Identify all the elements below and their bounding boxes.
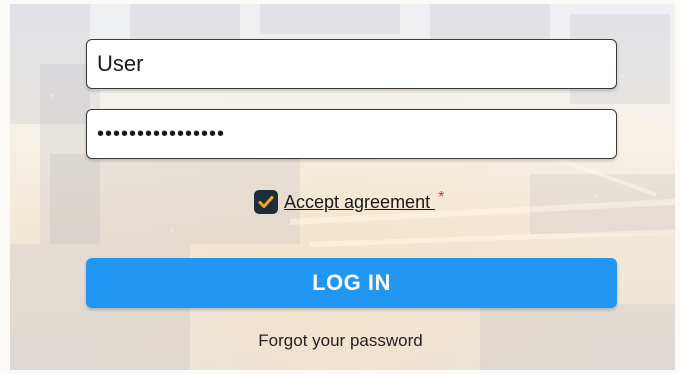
login-button[interactable]: LOG IN	[86, 258, 617, 308]
password-input[interactable]	[86, 109, 617, 159]
login-screen: Accept agreement * LOG IN Forgot your pa…	[0, 0, 681, 374]
forgot-password-link[interactable]: Forgot your password	[0, 331, 681, 351]
checkbox-box[interactable]	[254, 190, 278, 214]
accept-agreement-label[interactable]: Accept agreement	[284, 192, 435, 213]
checkmark-icon	[257, 193, 275, 211]
required-marker: *	[438, 189, 444, 207]
username-input[interactable]	[86, 39, 617, 89]
accept-agreement-checkbox[interactable]: Accept agreement *	[254, 189, 444, 215]
